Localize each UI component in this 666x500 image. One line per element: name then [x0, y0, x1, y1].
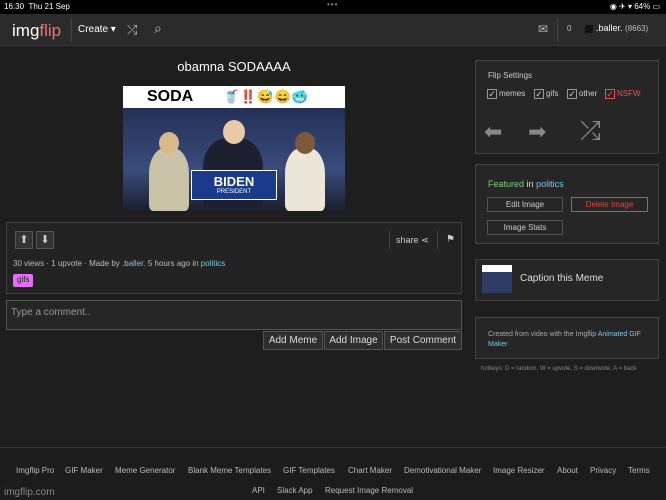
checkbox-gifs[interactable]: ✓ gifs [534, 89, 558, 99]
campaign-sign: BIDEN PRESIDENT [191, 170, 277, 200]
checkmark-icon: ✓ [605, 89, 615, 99]
top-navigation: imgflip Create ▾ ⤮ ⌕ ✉ 0 .baller. (8663) [0, 14, 666, 46]
caption-this-meme-label: Caption this Meme [520, 273, 604, 284]
post-comment-button[interactable]: Post Comment [384, 331, 462, 350]
checkmark-icon: ✓ [487, 89, 497, 99]
imgflip-logo[interactable]: imgflip [12, 21, 61, 41]
add-meme-button[interactable]: Add Meme [263, 331, 323, 350]
footer-link[interactable]: Terms [628, 466, 650, 475]
avatar [585, 24, 593, 33]
featured-stream-link[interactable]: politics [536, 179, 564, 189]
meme-title: obamna SODAAAA [177, 59, 291, 74]
share-button[interactable]: share ⋖ [389, 231, 429, 249]
user-menu[interactable]: .baller. (8663) [585, 23, 648, 33]
person-head [159, 132, 179, 154]
footer-link[interactable]: Demotivational Maker [404, 466, 481, 475]
downvote-button[interactable]: ⬇ [36, 231, 54, 249]
meme-info-box: ⬆ ⬇ share ⋖ ⚑ 30 views · 1 upvote · Made… [6, 222, 462, 294]
footer-link[interactable]: About [557, 466, 578, 475]
checkmark-icon: ✓ [534, 89, 544, 99]
meme-caption-emoji: 🥤‼️😅😄🥶 [223, 89, 309, 104]
flag-icon[interactable]: ⚑ [437, 231, 455, 249]
search-icon[interactable]: ⌕ [154, 20, 162, 37]
forward-arrow-icon[interactable]: ➡ [528, 119, 546, 145]
footer-link[interactable]: Privacy [590, 466, 616, 475]
nav-divider [71, 18, 72, 42]
upvote-button[interactable]: ⬆ [15, 231, 33, 249]
add-image-button[interactable]: Add Image [324, 331, 383, 350]
footer-link[interactable]: Slack App [277, 486, 313, 495]
person-right [285, 148, 325, 211]
comment-input[interactable]: Type a comment.. [6, 300, 462, 330]
checkbox-other[interactable]: ✓ other [567, 89, 597, 99]
nav-divider [557, 18, 558, 42]
footer-link[interactable]: Blank Meme Templates [188, 466, 271, 475]
random-shuffle-icon[interactable]: ⤮ [580, 115, 601, 147]
checkbox-nsfw[interactable]: ✓ NSFW [605, 89, 641, 99]
flip-settings-title: Flip Settings [488, 71, 533, 80]
footer-link[interactable]: Chart Maker [348, 466, 392, 475]
person-head [223, 120, 245, 144]
meme-gif-image[interactable]: SODA 🥤‼️😅😄🥶 BIDEN PRESIDENT [123, 86, 345, 211]
multitask-dots[interactable]: ••• [327, 0, 338, 9]
caption-meme-panel[interactable]: Caption this Meme [475, 259, 659, 301]
footer-link[interactable]: Request Image Removal [325, 486, 413, 495]
created-from-text: Created from video with the Imgflip Anim… [488, 331, 641, 348]
caption-thumbnail [482, 265, 512, 293]
checkbox-memes[interactable]: ✓ memes [487, 89, 525, 99]
meme-stats: 30 views · 1 upvote · Made by .baller. 5… [13, 259, 226, 268]
footer-link[interactable]: Imgflip Pro [16, 466, 54, 475]
edit-image-button[interactable]: Edit Image [487, 197, 563, 212]
stream-link[interactable]: politics [201, 259, 225, 268]
image-stats-button[interactable]: Image Stats [487, 220, 563, 235]
footer-link[interactable]: Meme Generator [115, 466, 175, 475]
footer-link[interactable]: Image Resizer [493, 466, 545, 475]
tag-gifs[interactable]: gifs [13, 274, 34, 287]
site-footer: Imgflip Pro GIF Maker Meme Generator Bla… [0, 447, 666, 500]
status-indicators: ◉ ✈ ▾ 64% ▭ [609, 2, 660, 11]
footer-link[interactable]: GIF Maker [65, 466, 103, 475]
back-arrow-icon[interactable]: ⬅ [484, 119, 502, 145]
person-head [295, 132, 315, 154]
featured-line: Featured in politics [488, 179, 564, 189]
featured-panel: Featured in politics Edit Image Delete I… [475, 164, 659, 244]
flip-settings-panel: Flip Settings ✓ memes ✓ gifs ✓ other ✓ NSFW … [475, 60, 659, 154]
author-link[interactable]: .baller. [122, 259, 146, 268]
share-icon: ⋖ [421, 235, 429, 245]
status-time-date: 16:30 Thu 21 Sep [4, 2, 70, 11]
ios-status-bar: 16:30 Thu 21 Sep ••• ◉ ✈ ▾ 64% ▭ [0, 0, 666, 14]
created-from-panel: Created from video with the Imgflip Anim… [475, 317, 659, 359]
meme-caption-text: SODA [147, 88, 194, 105]
footer-link[interactable]: API [252, 486, 265, 495]
mail-icon[interactable]: ✉ [538, 22, 548, 36]
create-menu-button[interactable]: Create ▾ [78, 24, 116, 35]
hotkeys-hint: hotkeys: D = random, W = upvote, S = dow… [481, 366, 637, 372]
footer-link[interactable]: GIF Templates [283, 466, 335, 475]
person-left [149, 148, 189, 211]
random-shuffle-icon[interactable]: ⤮ [127, 22, 137, 38]
notification-count[interactable]: 0 [567, 24, 571, 33]
delete-image-button[interactable]: Delete Image [571, 197, 648, 212]
site-domain: imgflip.com [4, 487, 55, 498]
checkmark-icon: ✓ [567, 89, 577, 99]
